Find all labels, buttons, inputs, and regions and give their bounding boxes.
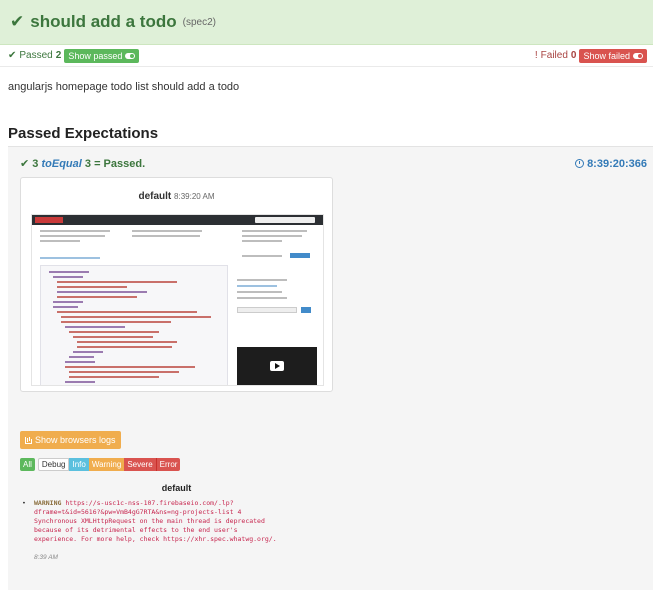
screenshot-thumbnail[interactable] [31,214,324,386]
toggle-icon [125,52,136,59]
failed-exclamation-icon: ! [534,50,538,61]
filter-error[interactable]: Error [155,458,181,471]
filter-info[interactable]: Info [69,458,89,471]
expectation-time: 8:39:20:366 [575,158,647,170]
bullet-icon: • [22,499,26,507]
spec-header: ✔ should add a todo (spec2) [0,0,653,45]
expectation-summary: ✔ 3 toEqual 3 = Passed. [20,157,145,170]
log-filters: All Debug Info Warning Severe Error [20,458,181,471]
passed-count: 2 [55,50,62,61]
failed-count: 0 [570,50,577,61]
screenshot-browser: default [138,191,172,202]
show-browser-logs-label: Show browsers logs [35,435,116,445]
screenshot-title: default 8:39:20 AM [21,178,332,202]
filter-all[interactable]: All [20,458,35,471]
filter-severe[interactable]: Severe [124,458,156,471]
show-failed-button[interactable]: Show failed [579,48,647,63]
spec-id: (spec2) [182,16,216,28]
expectation-time-value: 8:39:20:366 [587,157,647,170]
passed-check-icon: ✔ [8,50,17,61]
status-bar: ✔ Passed 2 Show passed ! Failed 0 Show f… [0,45,653,67]
expectation-result: = Passed. [94,158,146,170]
log-browser-title: default [161,483,192,493]
clock-icon [575,159,585,168]
failed-label: Failed [540,50,568,61]
thumbnail-navbar [32,215,323,225]
thumbnail-code [40,265,228,385]
log-message: https://s-usc1c-nss-107.firebaseio.com/.… [34,499,277,543]
log-entry: • WARNING https://s-usc1c-nss-107.fireba… [22,499,342,544]
show-browser-logs-button[interactable]: Show browsers logs [20,431,121,449]
log-level: WARNING [34,499,62,507]
log-time: 8:39 AM [34,554,58,561]
thumbnail-logo [35,217,63,223]
thumbnail-search [255,217,315,223]
spec-title: should add a todo [30,12,177,31]
show-passed-button[interactable]: Show passed [64,48,140,63]
thumbnail-todo [237,261,317,385]
screenshot-card: default 8:39:20 AM [20,177,333,392]
screenshot-time: 8:39:20 AM [174,192,215,201]
play-icon [270,361,284,371]
filter-debug[interactable]: Debug [37,458,70,471]
thumbnail-body [32,225,323,385]
show-failed-label: Show failed [583,50,630,61]
passed-label: Passed [19,50,53,61]
check-icon: ✔ [20,158,30,170]
expectation-matcher: toEqual [41,158,82,170]
expectation-expected: 3 [84,158,91,170]
expectation-panel: ✔ 3 toEqual 3 = Passed. 8:39:20:366 defa… [8,146,653,590]
thumbnail-video [237,347,317,385]
filter-warning[interactable]: Warning [88,458,125,471]
show-passed-label: Show passed [68,50,123,61]
chart-icon [25,436,32,444]
spec-description: angularjs homepage todo list should add … [8,81,240,93]
expectation-actual: 3 [32,158,39,170]
check-icon: ✔ [10,12,25,31]
toggle-icon [633,52,643,59]
